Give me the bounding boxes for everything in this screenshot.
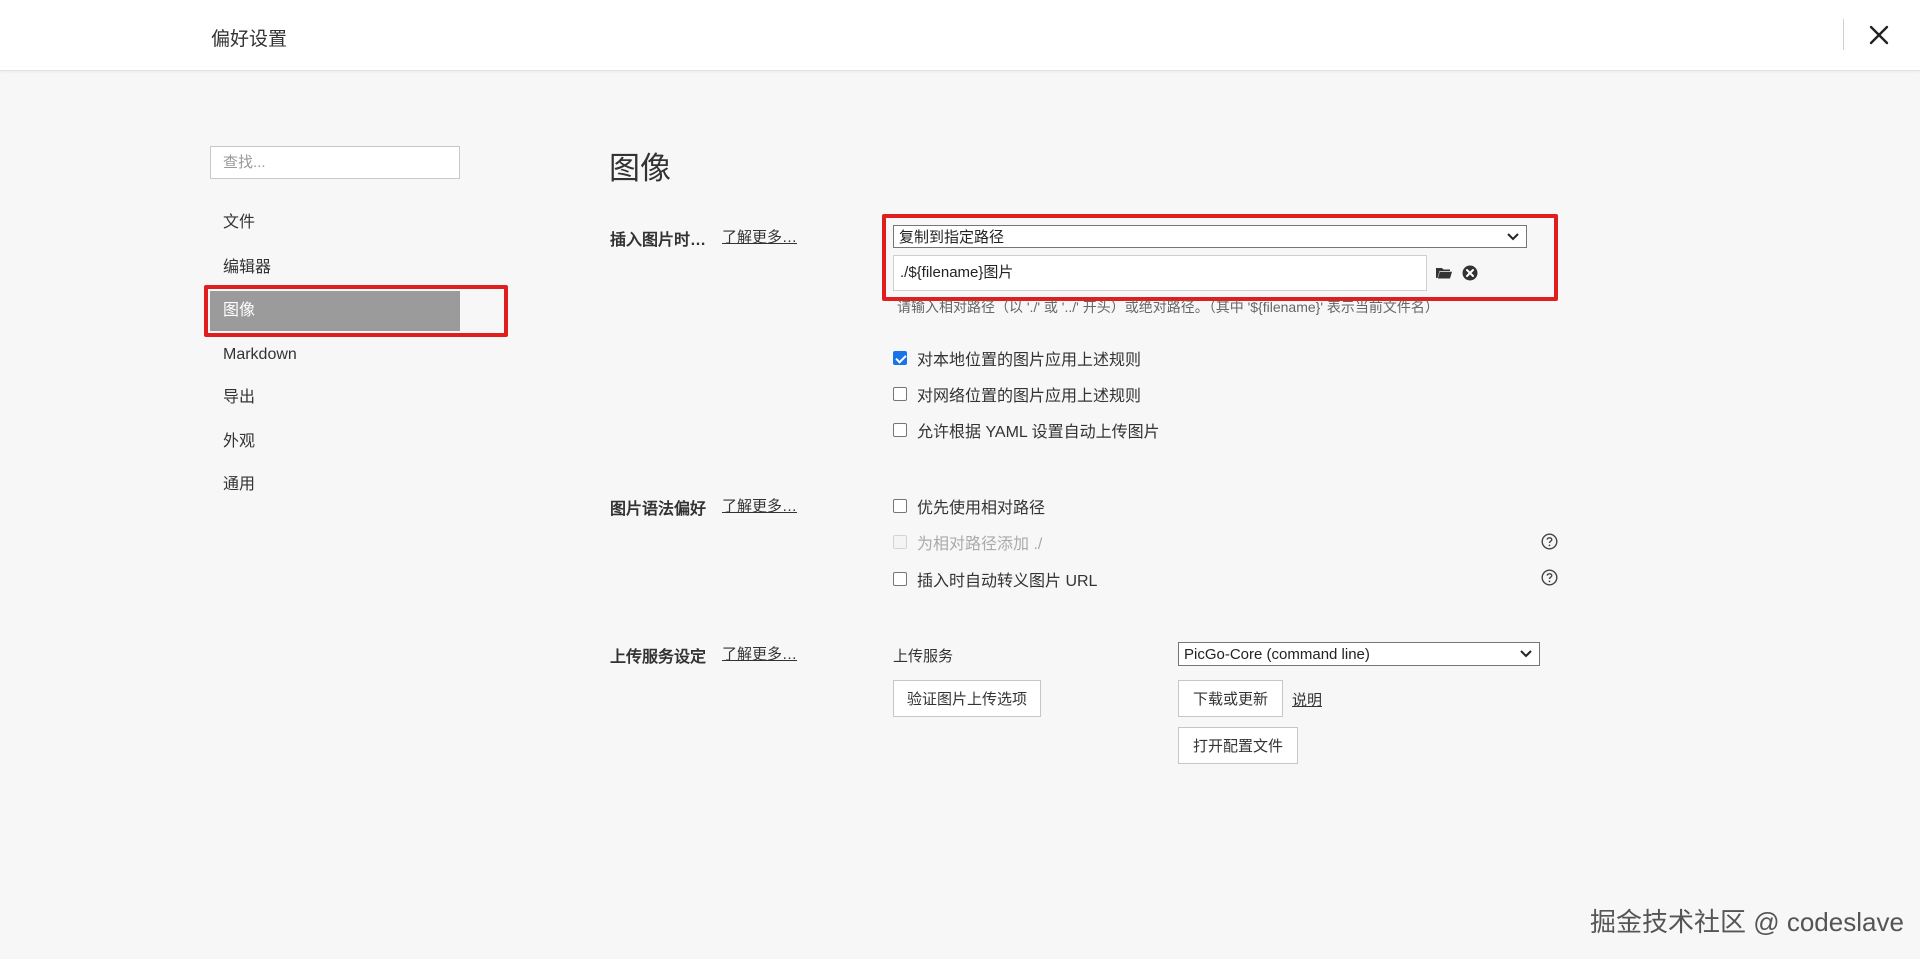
page-title: 图像 [609, 151, 671, 186]
insert-action-value: 复制到指定路径 [899, 229, 1005, 246]
open-config-button[interactable]: 打开配置文件 [1178, 727, 1298, 764]
sidebar-item-image[interactable]: 图像 [210, 291, 460, 331]
checkbox-icon [893, 387, 907, 401]
close-icon [1869, 25, 1889, 45]
sidebar-item-export[interactable]: 导出 [210, 378, 460, 418]
upload-service-value: PicGo-Core (command line) [1184, 645, 1370, 663]
watermark-text: 掘金技术社区 @ codeslave [1590, 907, 1904, 937]
clear-path-button[interactable] [1461, 264, 1479, 282]
preferences-header: 偏好设置 [0, 0, 1920, 71]
apply-network-checkbox[interactable]: 对网络位置的图片应用上述规则 [893, 383, 1141, 405]
upload-learn-more-link[interactable]: 了解更多… [722, 643, 797, 664]
checkbox-label: 允许根据 YAML 设置自动上传图片 [917, 424, 1160, 441]
insert-learn-more-link[interactable]: 了解更多… [722, 226, 797, 247]
yaml-auto-upload-checkbox[interactable]: 允许根据 YAML 设置自动上传图片 [893, 419, 1160, 441]
help-button[interactable] [1541, 569, 1558, 586]
checkbox-label: 对本地位置的图片应用上述规则 [917, 352, 1142, 369]
header-divider [1843, 19, 1844, 50]
search-input[interactable] [210, 146, 460, 179]
checkbox-label: 插入时自动转义图片 URL [917, 573, 1098, 590]
add-dot-slash-checkbox: 为相对路径添加 ./ [893, 531, 1042, 553]
question-circle-icon [1541, 569, 1558, 586]
upload-service-label: 上传服务 [893, 648, 954, 665]
verify-upload-button[interactable]: 验证图片上传选项 [893, 680, 1041, 717]
chevron-down-icon [1520, 650, 1532, 658]
syntax-learn-more-link[interactable]: 了解更多… [722, 495, 797, 516]
escape-url-checkbox[interactable]: 插入时自动转义图片 URL [893, 568, 1097, 590]
prefer-relative-checkbox[interactable]: 优先使用相对路径 [893, 495, 1045, 517]
checkbox-icon [893, 423, 907, 437]
sidebar-item-file[interactable]: 文件 [210, 203, 460, 243]
checkbox-icon [893, 535, 907, 549]
upload-settings-label: 上传服务设定 [610, 649, 707, 666]
sidebar-item-markdown[interactable]: Markdown [210, 335, 460, 375]
apply-local-checkbox[interactable]: 对本地位置的图片应用上述规则 [893, 347, 1141, 369]
insert-image-label: 插入图片时… [610, 232, 707, 249]
close-circle-icon [1462, 265, 1478, 281]
checkbox-icon [893, 572, 907, 586]
checkbox-label: 对网络位置的图片应用上述规则 [917, 388, 1142, 405]
sidebar-item-editor[interactable]: 编辑器 [210, 248, 460, 288]
chevron-down-icon [1507, 232, 1519, 240]
question-circle-icon [1541, 533, 1558, 550]
download-update-button[interactable]: 下载或更新 [1178, 680, 1283, 717]
close-button[interactable] [1864, 20, 1894, 50]
folder-button[interactable] [1435, 264, 1453, 282]
help-button[interactable] [1541, 533, 1558, 550]
window-title: 偏好设置 [211, 29, 288, 50]
explain-link[interactable]: 说明 [1292, 689, 1322, 710]
sidebar-item-appearance[interactable]: 外观 [210, 422, 460, 462]
syntax-pref-label: 图片语法偏好 [610, 501, 707, 518]
checkbox-label: 为相对路径添加 ./ [917, 536, 1043, 553]
checkbox-icon [893, 499, 907, 513]
insert-action-select[interactable]: 复制到指定路径 [893, 225, 1527, 248]
checkbox-label: 优先使用相对路径 [917, 500, 1046, 517]
sidebar-item-general[interactable]: 通用 [210, 465, 460, 505]
checkbox-icon [893, 351, 907, 365]
image-path-field[interactable]: ./${filename}图片 [893, 255, 1427, 291]
folder-icon [1436, 268, 1452, 279]
upload-service-select[interactable]: PicGo-Core (command line) [1178, 642, 1540, 666]
path-hint-text: 请输入相对路径（以 './' 或 '../' 开头）或绝对路径。（其中 '${f… [897, 299, 1439, 315]
